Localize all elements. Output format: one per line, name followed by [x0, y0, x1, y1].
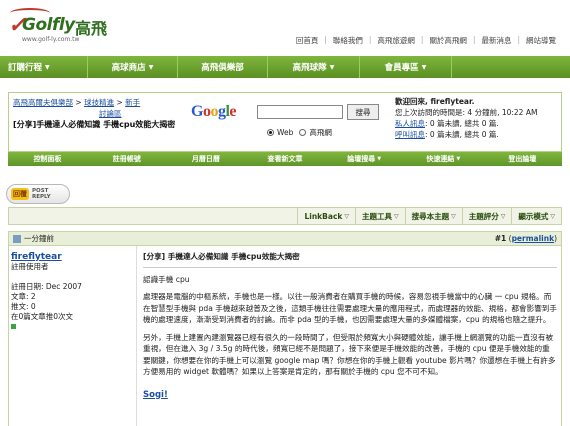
subnav-search[interactable]: 論壇搜尋 ▼	[325, 152, 404, 166]
subnav-logout[interactable]: 登出論壇	[483, 152, 562, 166]
linkback-menu[interactable]: LinkBack ▽	[297, 208, 355, 224]
top-links: 回首頁 | 聯絡我們 | 高飛旅遊網 | 關於高飛網 | 最新消息 | 網站導覽	[290, 35, 562, 46]
call-link[interactable]: 呼叫訊息	[395, 130, 425, 139]
online-status-icon	[11, 324, 16, 329]
last-visit: 您上次訪問的時間是: 4 分鐘前, 10:22 AM	[395, 108, 538, 117]
toplink-news[interactable]: 最新消息	[475, 35, 517, 46]
chevron-down-icon: ▼	[329, 63, 335, 71]
post-header: 一分鐘前 #1 (permalink)	[8, 231, 562, 246]
chevron-down-icon: ▼	[421, 63, 427, 71]
logo-cjk: 高飛	[75, 19, 108, 38]
display-mode-menu[interactable]: 顯示模式 ▽	[511, 208, 561, 224]
breadcrumb-section-cont[interactable]: 討論區	[99, 109, 122, 118]
user-box: 歡迎回來, fireflytear. 您上次訪問的時間是: 4 分鐘前, 10:…	[395, 96, 559, 140]
author-role: 註冊使用者	[11, 262, 49, 271]
post-paragraph-2: 另外，手機上建置內建瀏覽器已經有很久的一段時間了，但受限於頻寬大小與硬體效能，讓…	[143, 332, 556, 377]
site-header: ✓ Golfly 高飛 www.golf-ly.com.tw 回首頁 | 聯絡我們…	[0, 0, 570, 50]
breadcrumb: 高飛高爾夫俱樂部 > 球技精進 > 新手 討論區 [分享]手機達人必備知識 手機…	[13, 97, 185, 130]
toplink-contact[interactable]: 聯絡我們	[327, 35, 369, 46]
mainnav-team[interactable]: 高飛球隊 ▼	[268, 56, 360, 78]
rate-thread-menu[interactable]: 主題評分 ▽	[461, 208, 512, 224]
mainnav-tours[interactable]: 訂購行程 ▼	[0, 56, 88, 78]
author-thanked: 在0篇文章推0次文	[11, 312, 74, 321]
thread-toolbar: LinkBack ▽ 主題工具 ▽ 搜尋本主題 ▽ 主題評分 ▽ 顯示模式 ▽	[8, 207, 562, 225]
post-heading: 認識手機 cpu	[143, 274, 190, 284]
chevron-down-icon: ▼	[148, 63, 154, 71]
radio-web[interactable]	[267, 129, 274, 136]
google-logo: Google	[191, 103, 237, 120]
search-scope: Web 高飛網	[261, 127, 332, 138]
subnav-control-panel[interactable]: 控制面板	[8, 152, 87, 166]
author-info: fireflytear 註冊使用者 註冊日期: Dec 2007 文章: 2 推…	[9, 246, 137, 426]
author-posts: 文章: 2	[11, 292, 36, 301]
subnav-quick-links[interactable]: 快速連結 ▼	[404, 152, 483, 166]
search-input[interactable]	[257, 105, 343, 119]
thread-tools-menu[interactable]: 主題工具 ▽	[355, 208, 405, 224]
toplink-travel[interactable]: 高飛旅遊網	[371, 35, 421, 46]
post-icon	[13, 235, 21, 243]
post-title: [分享] 手機達人必備知識 手機cpu效能大揭密	[143, 246, 557, 268]
forum-nav: 控制面板 註冊帳號 月曆日曆 查看新文章 論壇搜尋 ▼ 快速連結 ▼ 登出論壇	[8, 152, 562, 166]
toplink-sitemap[interactable]: 網站導覽	[520, 35, 562, 46]
post-reply-cjk: 回覆	[11, 188, 29, 200]
post-content: [分享] 手機達人必備知識 手機cpu效能大揭密 認識手機 cpu 處理器是電腦…	[143, 246, 557, 401]
post-time: 一分鐘前	[24, 234, 54, 243]
author-thanks: 推文: 0	[11, 302, 36, 311]
toplink-home[interactable]: 回首頁	[290, 35, 325, 46]
chevron-down-icon: ▽	[500, 212, 506, 220]
author-name[interactable]: fireflytear	[11, 252, 134, 262]
author-join-date: 註冊日期: Dec 2007	[11, 282, 82, 291]
chevron-down-icon: ▼	[377, 156, 382, 162]
search-thread-menu[interactable]: 搜尋本主題 ▽	[404, 208, 462, 224]
pm-link[interactable]: 私人訊息	[395, 119, 425, 128]
logo-word: Golfly	[22, 15, 75, 35]
toplink-about[interactable]: 關於高飛網	[423, 35, 473, 46]
breadcrumb-home[interactable]: 高飛高爾夫俱樂部	[13, 98, 73, 107]
chevron-down-icon: ▽	[451, 212, 456, 220]
post-number[interactable]: #1	[495, 234, 507, 243]
permalink-link[interactable]: permalink	[512, 234, 555, 243]
page-title: [分享]手機達人必備知識 手機cpu效能大揭密	[13, 120, 176, 129]
post-signature-link[interactable]: Sogi!	[143, 390, 168, 402]
chevron-down-icon: ▽	[394, 212, 399, 220]
site-logo[interactable]: ✓ Golfly 高飛 www.golf-ly.com.tw	[6, 4, 110, 48]
post-reply-en: POST REPLY	[32, 188, 51, 200]
subnav-register[interactable]: 註冊帳號	[87, 152, 166, 166]
radio-site[interactable]	[299, 129, 307, 136]
mainnav-club[interactable]: 高飛俱樂部	[178, 56, 268, 78]
post-paragraph-1: 處理器是電腦的中樞系統，手機也是一樣。以往一般消費者在購買手機的時候，容易忽視手…	[143, 292, 557, 324]
mainnav-member[interactable]: 會員專區 ▼	[360, 56, 452, 78]
header-panel: 高飛高爾夫俱樂部 > 球技精進 > 新手 討論區 [分享]手機達人必備知識 手機…	[8, 92, 562, 152]
search-button[interactable]: 搜尋	[347, 104, 379, 120]
chevron-down-icon: ▽	[550, 212, 555, 220]
main-nav: 訂購行程 ▼ 高球商店 ▼ 高飛俱樂部 高飛球隊 ▼ 會員專區 ▼	[0, 56, 570, 78]
breadcrumb-forum[interactable]: 球技精進	[84, 98, 114, 107]
welcome-text: 歡迎回來, fireflytear.	[395, 97, 475, 106]
chevron-down-icon: ▽	[344, 212, 349, 220]
post: fireflytear 註冊使用者 註冊日期: Dec 2007 文章: 2 推…	[8, 246, 562, 426]
mainnav-shop[interactable]: 高球商店 ▼	[88, 56, 178, 78]
subnav-calendar[interactable]: 月曆日曆	[166, 152, 245, 166]
chevron-down-icon: ▼	[456, 156, 461, 162]
google-search: Google 搜尋 Web 高飛網	[189, 97, 389, 147]
chevron-down-icon: ▼	[45, 63, 50, 71]
breadcrumb-section[interactable]: 新手	[125, 98, 140, 107]
post-reply-button[interactable]: 回覆 POST REPLY	[6, 184, 70, 204]
subnav-new-posts[interactable]: 查看新文章	[245, 152, 324, 166]
logo-url: www.golf-ly.com.tw	[22, 36, 80, 43]
